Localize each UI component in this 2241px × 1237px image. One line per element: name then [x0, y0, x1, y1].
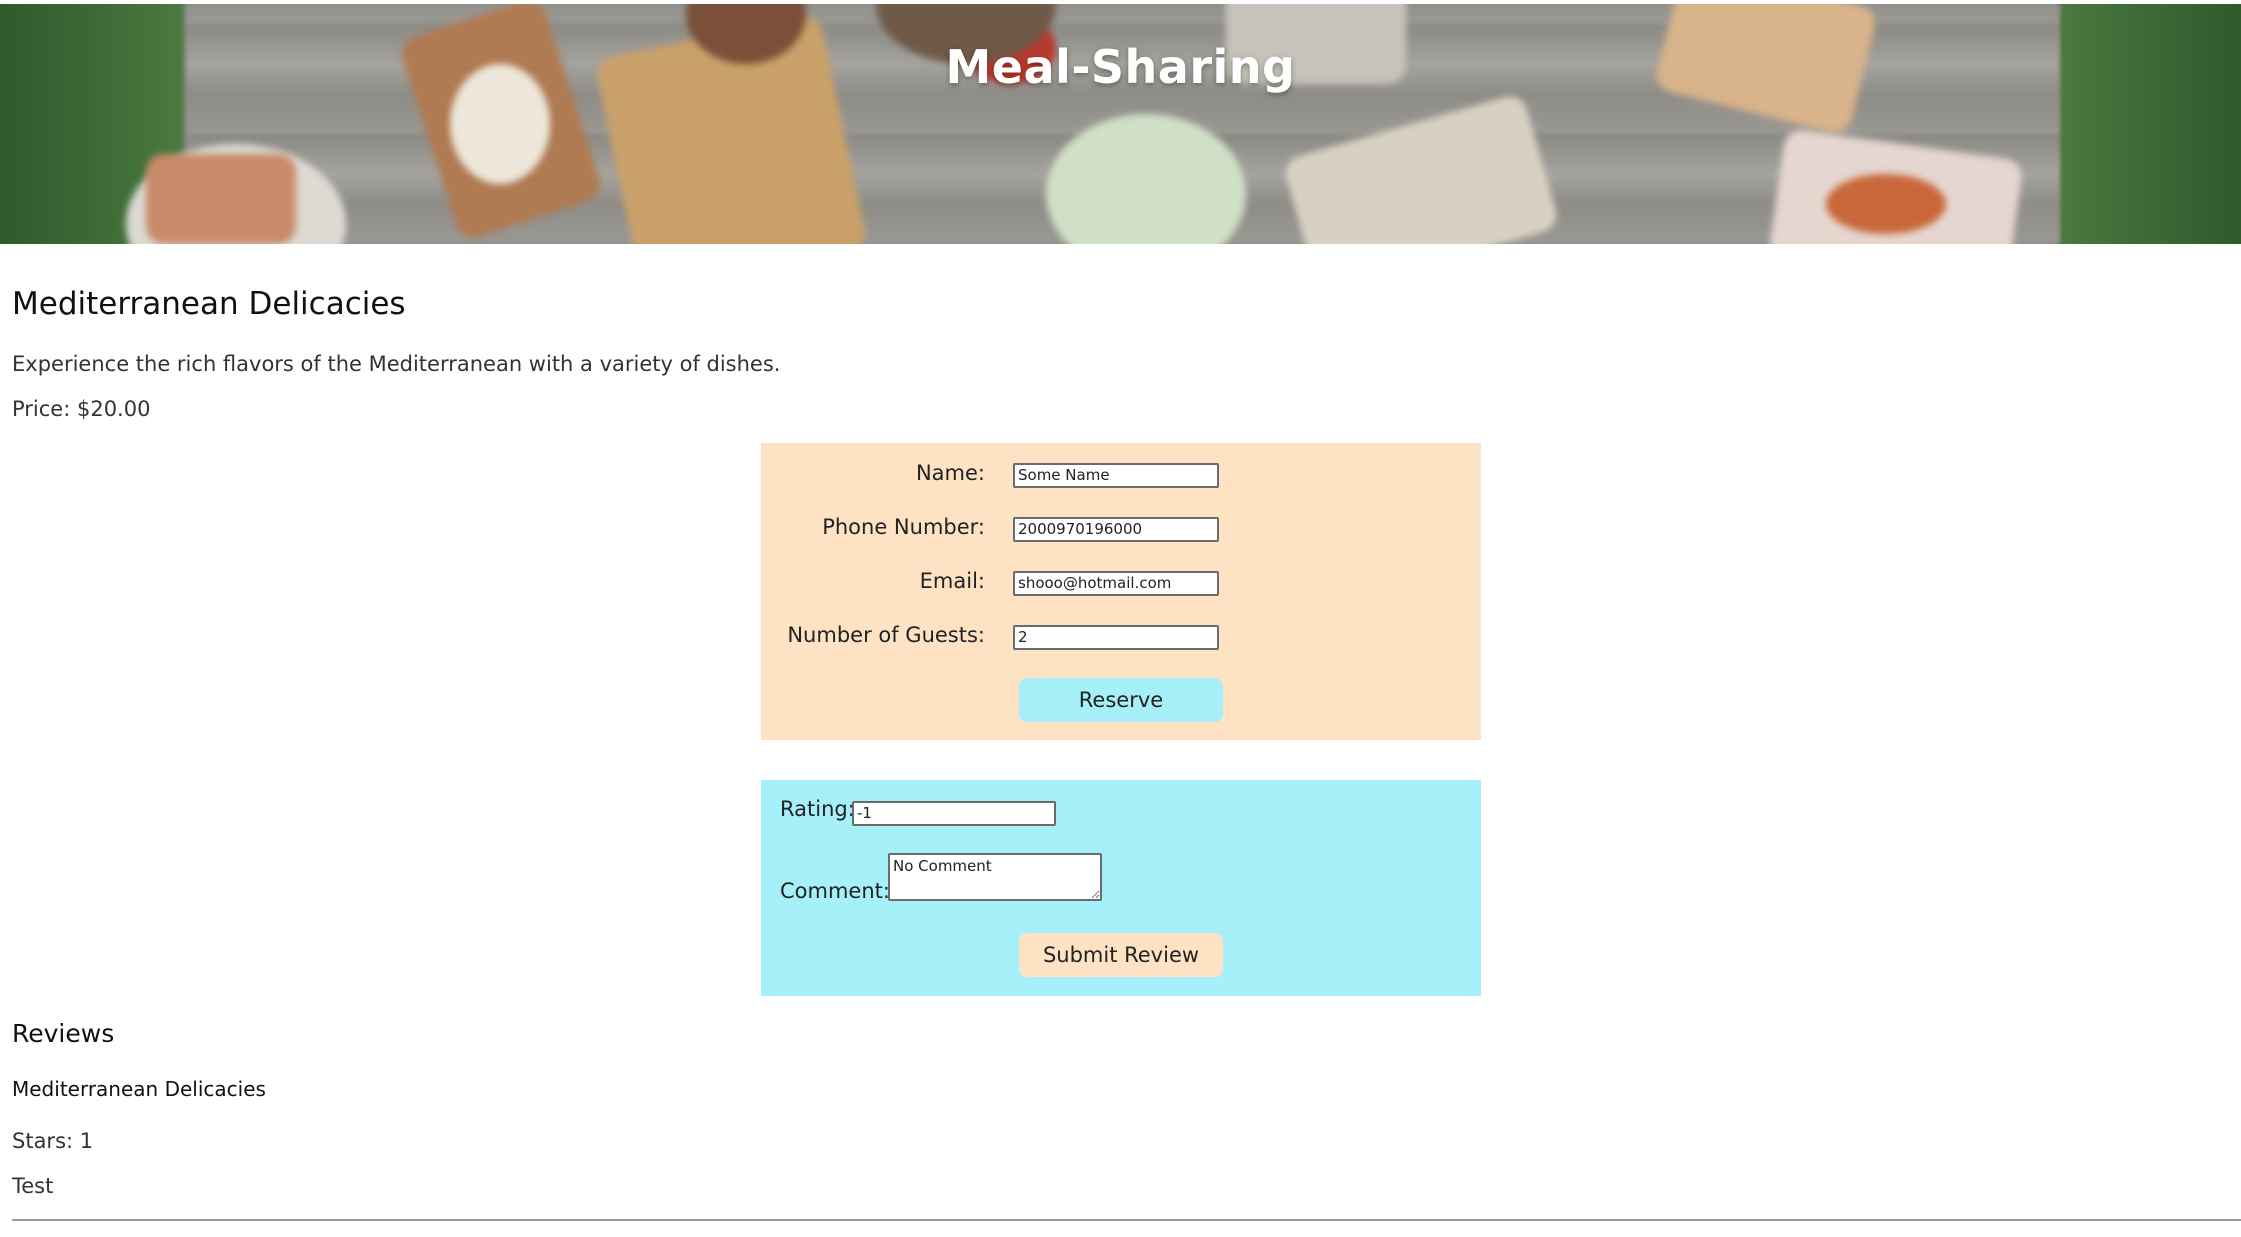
email-input[interactable] — [1013, 571, 1219, 596]
site-title: Meal-Sharing — [945, 40, 1296, 94]
guests-input[interactable] — [1013, 625, 1219, 650]
reviews-heading: Reviews — [12, 1019, 115, 1048]
reserve-button[interactable]: Reserve — [1019, 678, 1223, 722]
phone-label: Phone Number: — [822, 515, 985, 539]
rating-input[interactable] — [852, 801, 1056, 826]
review-form: Rating: Comment: No Comment Submit Revie… — [761, 780, 1481, 996]
email-row: Email: — [761, 569, 1481, 597]
submit-review-button[interactable]: Submit Review — [1019, 933, 1223, 977]
rating-label: Rating: — [780, 797, 855, 821]
phone-row: Phone Number: — [761, 515, 1481, 543]
header-banner: Meal-Sharing — [0, 4, 2241, 244]
name-row: Name: — [761, 461, 1481, 489]
meal-title: Mediterranean Delicacies — [12, 286, 406, 322]
meal-price: Price: $20.00 — [12, 397, 151, 421]
meal-detail-page: Meal-Sharing Mediterranean Delicacies Ex… — [0, 0, 2241, 1237]
name-input[interactable] — [1013, 463, 1219, 488]
review-divider — [12, 1219, 2241, 1221]
guests-row: Number of Guests: — [761, 623, 1481, 651]
reservation-form: Name: Phone Number: Email: Number of Gue… — [761, 443, 1481, 740]
comment-textarea[interactable]: No Comment — [888, 853, 1102, 901]
name-label: Name: — [915, 461, 985, 485]
phone-input[interactable] — [1013, 517, 1219, 542]
meal-description: Experience the rich flavors of the Medit… — [12, 352, 781, 376]
review-meal-title: Mediterranean Delicacies — [12, 1077, 266, 1101]
guests-label: Number of Guests: — [787, 623, 985, 647]
email-label: Email: — [919, 569, 985, 593]
review-comment: Test — [12, 1174, 54, 1198]
comment-label: Comment: — [780, 879, 890, 903]
review-stars: Stars: 1 — [12, 1129, 94, 1153]
